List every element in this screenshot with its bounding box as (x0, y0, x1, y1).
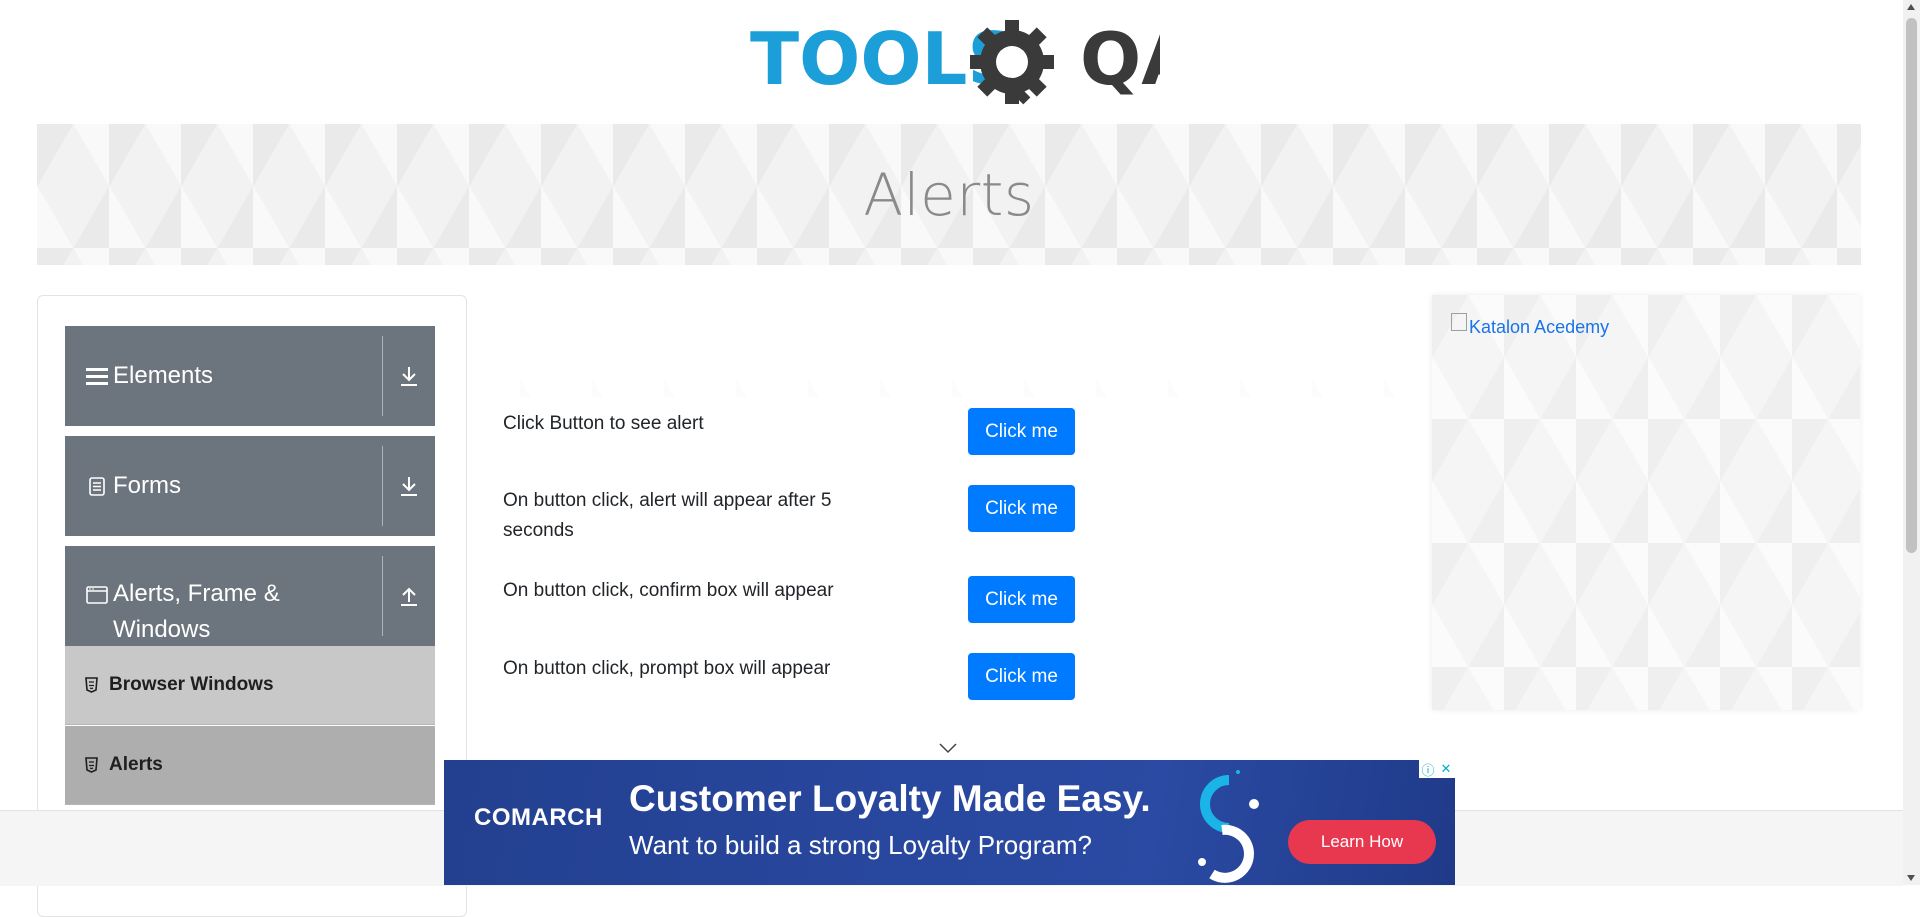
close-icon[interactable]: ✕ (1437, 760, 1455, 778)
chevron-down-icon[interactable] (938, 742, 958, 754)
sidebar-item-label: Browser Windows (109, 674, 274, 695)
ad-controls: ⓘ ✕ (1419, 760, 1455, 778)
timer-alert-button[interactable]: Click me (968, 485, 1075, 532)
prompt-row-text: On button click, prompt box will appear (503, 658, 831, 679)
divider (382, 556, 383, 636)
side-ad: Katalon Acedemy (1432, 295, 1860, 710)
confirm-button[interactable]: Click me (968, 576, 1075, 623)
broken-image-icon (1451, 312, 1467, 331)
hamburger-icon (85, 366, 109, 386)
window-icon (85, 586, 109, 604)
sidebar-group-forms[interactable]: Forms (65, 436, 435, 536)
timer-alert-row-text: On button click, alert will appear after… (503, 490, 832, 541)
sidebar-group-alerts-frame-windows[interactable]: Alerts, Frame & Windows (65, 546, 435, 646)
confirm-row-text: On button click, confirm box will appear (503, 580, 834, 601)
alert-button[interactable]: Click me (968, 408, 1075, 455)
sidebar-item-browser-windows[interactable]: Browser Windows (65, 646, 435, 725)
sidebar-group-label: Alerts, Frame & Windows (113, 576, 435, 648)
sidebar-group-label-line1: Alerts, Frame & (113, 580, 280, 607)
ad-learn-how-button[interactable]: Learn How (1288, 820, 1436, 864)
scrollbar[interactable] (1903, 0, 1920, 885)
info-icon[interactable]: ⓘ (1419, 760, 1437, 778)
sidebar-group-label: Forms (113, 472, 181, 499)
sidebar-group-label-line2: Windows (113, 616, 211, 643)
html5-icon (83, 757, 99, 773)
ad-brand: COMARCH (474, 804, 603, 831)
upload-arrow-icon[interactable] (393, 546, 425, 646)
sidebar-item-label: Alerts (109, 754, 163, 775)
html5-icon (83, 677, 99, 693)
alert-row-text: Click Button to see alert (503, 413, 704, 434)
toolsqa-logo[interactable]: TOOLS QA (750, 18, 1160, 114)
page-banner: Alerts (37, 124, 1861, 265)
download-arrow-icon[interactable] (393, 436, 425, 536)
katalon-ad-link[interactable]: Katalon Acedemy (1451, 312, 1610, 338)
scrollbar-thumb[interactable] (1906, 18, 1917, 553)
scroll-up-icon[interactable] (1907, 4, 1915, 10)
page-title: Alerts (863, 160, 1035, 229)
sidebar-group-label: Elements (113, 362, 214, 389)
scroll-down-icon[interactable] (1907, 875, 1915, 881)
ad-alt-text: Katalon Acedemy (1469, 317, 1610, 337)
logo-text-secondary: QA (1080, 18, 1160, 101)
ad-decoration-icon (1198, 770, 1259, 883)
divider (382, 336, 383, 416)
divider (382, 446, 383, 526)
sidebar-group-elements[interactable]: Elements (65, 326, 435, 426)
bottom-ad[interactable]: COMARCH Customer Loyalty Made Easy. Want… (444, 760, 1455, 885)
gear-icon (970, 20, 1054, 105)
document-icon (85, 476, 109, 496)
ad-subline: Want to build a strong Loyalty Program? (629, 830, 1092, 860)
prompt-button[interactable]: Click me (968, 653, 1075, 700)
download-arrow-icon[interactable] (393, 326, 425, 426)
sidebar-item-alerts[interactable]: Alerts (65, 726, 435, 805)
ad-headline: Customer Loyalty Made Easy. (629, 778, 1151, 819)
content-pattern (520, 318, 1420, 398)
